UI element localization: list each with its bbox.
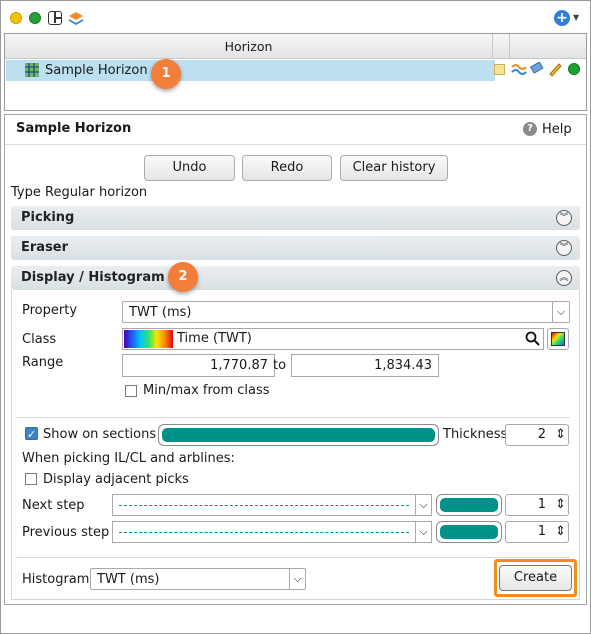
- thickness-spinbox[interactable]: 2 ⇕: [505, 424, 569, 446]
- wave-icon[interactable]: [511, 62, 527, 76]
- histogram-label: Histogram: [22, 572, 90, 587]
- yellow-dot-icon[interactable]: [10, 12, 22, 24]
- range-max-input[interactable]: 1,834.43: [291, 354, 439, 377]
- help-link[interactable]: Help: [542, 122, 572, 137]
- range-to-label: to: [273, 358, 287, 373]
- help-icon[interactable]: ?: [523, 122, 537, 136]
- chevron-down-icon[interactable]: ⌵: [289, 569, 305, 589]
- table-header-horizon[interactable]: Horizon: [5, 34, 492, 59]
- thickness-label: Thickness: [443, 427, 508, 442]
- property-label: Property: [22, 303, 78, 318]
- section-display-histogram[interactable]: Display / Histogram: [11, 266, 580, 290]
- section-eraser[interactable]: Eraser: [11, 236, 580, 260]
- histogram-value: TWT (ms): [97, 572, 160, 587]
- section-display-label: Display / Histogram: [21, 270, 165, 285]
- clear-history-button[interactable]: Clear history: [340, 155, 448, 181]
- chevron-down-icon[interactable]: ⌵: [415, 522, 431, 542]
- add-icon[interactable]: +: [554, 10, 570, 26]
- histogram-divider: [17, 557, 570, 558]
- undo-button[interactable]: Undo: [144, 155, 235, 181]
- picking-note: When picking IL/CL and arblines:: [22, 451, 235, 466]
- layers-icon[interactable]: [68, 11, 84, 27]
- previous-step-style-select[interactable]: ⌵: [112, 521, 432, 543]
- green-dot-icon[interactable]: [29, 12, 41, 24]
- class-value: Time (TWT): [177, 331, 252, 346]
- panel-title: Sample Horizon: [16, 121, 132, 136]
- previous-step-value: 1: [537, 524, 546, 539]
- chevron-down-icon[interactable]: ⌵: [552, 302, 569, 322]
- step-badge-2: 2: [168, 262, 198, 292]
- collapse-display-icon[interactable]: ︽: [556, 270, 572, 286]
- spin-arrows-icon[interactable]: ⇕: [555, 496, 566, 514]
- next-step-label: Next step: [22, 498, 85, 513]
- redo-button[interactable]: Redo: [242, 155, 332, 181]
- horizon-table: Horizon Sample Horizon: [4, 33, 587, 111]
- next-step-style-select[interactable]: ⌵: [112, 494, 432, 516]
- colortable-icon: [551, 332, 565, 346]
- adjacent-picks-label: Display adjacent picks: [43, 472, 189, 487]
- section-picking-label: Picking: [21, 210, 75, 225]
- show-on-sections-label: Show on sections: [43, 427, 157, 442]
- histogram-select[interactable]: TWT (ms) ⌵: [90, 568, 306, 590]
- expand-eraser-icon[interactable]: ︾: [556, 240, 572, 256]
- class-field[interactable]: Time (TWT): [122, 328, 544, 350]
- next-step-spinbox[interactable]: 1 ⇕: [505, 494, 569, 516]
- class-label: Class: [22, 332, 57, 347]
- minmax-checkbox[interactable]: [125, 385, 137, 397]
- property-select[interactable]: TWT (ms) ⌵: [122, 301, 570, 323]
- chevron-down-icon[interactable]: ⌵: [415, 495, 431, 515]
- section-color-swatch: [162, 428, 435, 442]
- previous-step-color-swatch: [440, 525, 498, 539]
- previous-step-color-button[interactable]: [436, 521, 502, 543]
- range-label: Range: [22, 355, 64, 370]
- previous-step-label: Previous step: [22, 525, 110, 540]
- previous-step-spinbox[interactable]: 1 ⇕: [505, 521, 569, 543]
- display-divider: [17, 417, 570, 418]
- pencil-icon[interactable]: [547, 61, 563, 77]
- range-min-input[interactable]: 1,770.87: [122, 354, 275, 377]
- table-header-tools: [509, 34, 586, 59]
- table-row[interactable]: Sample Horizon: [6, 60, 495, 81]
- horizon-name: Sample Horizon: [45, 63, 148, 78]
- color-swatch-icon[interactable]: [494, 64, 505, 75]
- minmax-label: Min/max from class: [143, 383, 270, 398]
- add-dropdown-icon[interactable]: ▼: [573, 13, 579, 22]
- thickness-value: 2: [537, 427, 546, 442]
- show-on-sections-checkbox[interactable]: ✓: [25, 427, 38, 441]
- dashed-line-icon: [119, 532, 409, 533]
- section-eraser-label: Eraser: [21, 240, 69, 255]
- next-step-color-button[interactable]: [436, 494, 502, 516]
- status-green-icon: [568, 63, 580, 75]
- property-value: TWT (ms): [129, 305, 192, 320]
- dashed-line-icon: [119, 505, 409, 506]
- next-step-color-swatch: [440, 498, 498, 512]
- colortable-button[interactable]: [547, 328, 569, 350]
- next-step-value: 1: [537, 497, 546, 512]
- create-button[interactable]: Create: [499, 565, 572, 591]
- spin-arrows-icon[interactable]: ⇕: [555, 523, 566, 541]
- title-divider: [5, 144, 586, 145]
- layout-icon[interactable]: [48, 11, 62, 25]
- adjacent-picks-checkbox[interactable]: [25, 473, 37, 485]
- spin-arrows-icon[interactable]: ⇕: [555, 426, 566, 444]
- horizon-grid-icon: [24, 62, 40, 78]
- horizon-panel: Sample Horizon ? Help Undo Redo Clear hi…: [4, 114, 587, 605]
- search-icon[interactable]: [525, 331, 540, 346]
- section-color-button[interactable]: [158, 424, 439, 446]
- type-text: Type Regular horizon: [11, 185, 148, 200]
- colortable-gradient: [124, 330, 173, 348]
- eraser-icon[interactable]: [529, 61, 545, 76]
- table-header-blank: [492, 34, 509, 59]
- section-picking[interactable]: Picking: [11, 206, 580, 230]
- expand-picking-icon[interactable]: ︾: [556, 210, 572, 226]
- step-badge-1: 1: [151, 59, 181, 89]
